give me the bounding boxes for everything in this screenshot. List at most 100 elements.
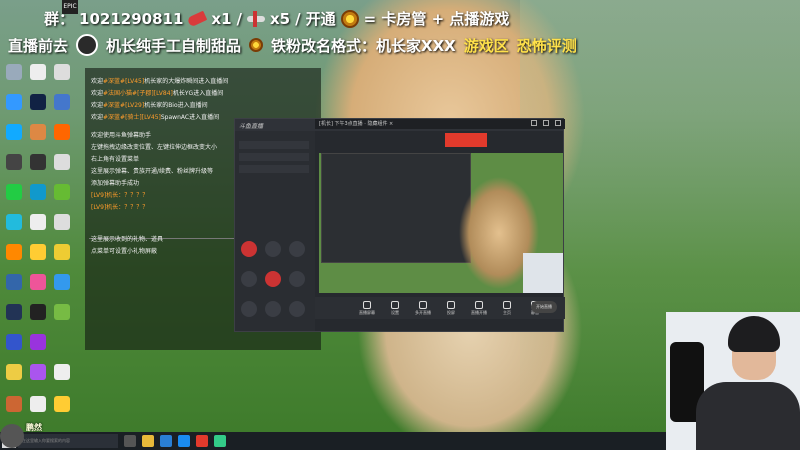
taskbar-search-input[interactable]: 在这里输入你要搜索的内容 [18, 434, 118, 448]
desktop-icon[interactable] [26, 214, 50, 244]
fan-group-number: 1021290811 [79, 9, 184, 28]
desktop-icon[interactable] [50, 64, 74, 94]
toolbar-button[interactable]: 直播开播 [469, 300, 489, 316]
toolbar-button[interactable]: 直播屏幕 [357, 300, 377, 316]
desktop-icon[interactable] [50, 396, 74, 426]
close-icon[interactable] [555, 120, 561, 126]
desktop-icon[interactable] [2, 124, 26, 154]
app-icon[interactable] [214, 435, 226, 447]
desktop-icon[interactable] [26, 64, 50, 94]
chat-line: 欢迎#法国小猫#[子郡][LV84]机长YG进入直播间 [91, 90, 224, 97]
streamer-hair [728, 316, 780, 352]
sidebar-button[interactable] [241, 301, 257, 317]
toolbar-button[interactable]: 投屏 [441, 300, 461, 316]
badge-rule: = 卡房管 + 点播游戏 [363, 10, 510, 28]
stream-sidebar [235, 131, 315, 331]
sidebar-button[interactable] [241, 241, 257, 257]
slogan-5: 恐怖评测 [516, 36, 577, 55]
qq-icon [76, 34, 99, 56]
desktop-icons [0, 62, 80, 432]
file-explorer-icon[interactable] [142, 435, 154, 447]
slogan-3: 铁粉改名格式：机长家XXX [271, 36, 456, 55]
sidebar-button[interactable] [265, 301, 281, 317]
desktop-icon[interactable] [26, 94, 50, 124]
sidebar-button[interactable] [265, 241, 281, 257]
chat-line: 欢迎#深蓝#[LV29]机长家的Bio进入直播间 [91, 102, 208, 109]
desktop-icon[interactable] [2, 154, 26, 184]
scene-item[interactable] [239, 165, 309, 173]
start-stream-button[interactable]: 开始直播 [531, 301, 557, 313]
desktop-icon[interactable] [2, 64, 26, 94]
desktop-icon[interactable] [26, 124, 50, 154]
desktop-icon[interactable] [2, 396, 26, 426]
maximize-icon[interactable] [543, 120, 549, 126]
desktop-icon[interactable] [2, 214, 26, 244]
sidebar-button[interactable] [289, 241, 305, 257]
plane-count: x5 [270, 9, 291, 28]
window-controls [531, 120, 561, 126]
sidebar-button[interactable] [289, 271, 305, 287]
app-icon[interactable] [178, 435, 190, 447]
toolbar-button[interactable]: 主页 [497, 300, 517, 316]
stream-software-window[interactable]: 斗鱼直播 [机长] 下午3点直播 · 隐藏组件 × 直播屏幕 设置 多开直播 投… [234, 118, 565, 332]
sidebar-button[interactable] [265, 271, 281, 287]
fan-group-label: 群： [44, 10, 75, 28]
desktop-icon[interactable] [26, 274, 50, 304]
sidebar-button[interactable] [289, 301, 305, 317]
desktop-icon[interactable] [2, 274, 26, 304]
stream-banner: EPIC 群： 1021290811 x1 / x5 / 开通 = 卡房管 + … [0, 0, 800, 60]
desktop-icon[interactable] [26, 154, 50, 184]
live-red-chip [445, 133, 487, 147]
sidebar-button[interactable] [241, 271, 257, 287]
scene-item[interactable] [239, 153, 309, 161]
edge-browser-icon[interactable] [160, 435, 172, 447]
gift-help-line: 这里展示收到的礼物、道具 [91, 236, 164, 243]
banner-line-2: 直播前去 机长纯手工自制甜品 铁粉改名格式：机长家XXX 游戏区 恐怖评测 [8, 34, 577, 56]
desktop-icon[interactable] [50, 304, 74, 334]
desktop-icon[interactable] [50, 154, 74, 184]
stream-tab-title[interactable]: [机长] 下午3点直播 · 隐藏组件 × [319, 121, 393, 127]
desktop-icon[interactable] [50, 244, 74, 274]
toolbar-button[interactable]: 设置 [385, 300, 405, 316]
desktop-icon[interactable] [2, 184, 26, 214]
desktop-icon[interactable] [26, 304, 50, 334]
scene-item[interactable] [239, 141, 309, 149]
minimize-icon[interactable] [531, 120, 537, 126]
toolbar-button[interactable]: 多开直播 [413, 300, 433, 316]
slogan-1: 直播前去 [8, 36, 69, 55]
danmu-line: [LV9]机长：？？？？ [91, 192, 149, 199]
desktop-icon[interactable] [2, 244, 26, 274]
desktop-icon[interactable] [50, 94, 74, 124]
danmu-line: [LV9]机长：？？？？ [91, 204, 149, 211]
gift-help-line: 点菜单可设置小礼物屏蔽 [91, 248, 158, 255]
desktop-icon[interactable] [50, 124, 74, 154]
corner-username: 鹏然 [26, 423, 42, 432]
desktop-icon[interactable] [26, 334, 50, 364]
douyu-logo: 斗鱼直播 [239, 122, 264, 130]
desktop-icon[interactable] [2, 94, 26, 124]
plane-gift-icon [247, 10, 265, 27]
rocket-count: x1 [211, 9, 232, 28]
open-label: 开通 [305, 10, 336, 28]
desktop-icon[interactable] [26, 184, 50, 214]
banner-line-1: 群： 1021290811 x1 / x5 / 开通 = 卡房管 + 点播游戏 [44, 9, 510, 28]
stream-tab-bar[interactable]: [机长] 下午3点直播 · 隐藏组件 × [315, 119, 565, 129]
camera-thumbnail[interactable] [523, 253, 563, 293]
desktop-icon[interactable] [2, 334, 26, 364]
help-line: 欢迎使用斗鱼弹幕助手 [91, 132, 152, 139]
desktop-icon[interactable] [26, 244, 50, 274]
desktop-icon[interactable] [2, 304, 26, 334]
webcam-overlay [666, 312, 800, 450]
noble-badge-icon [340, 9, 359, 28]
chat-line: 欢迎#深蓝#[LV45]机长家的大爆炸瞬间进入直播间 [91, 78, 229, 85]
desktop-icon[interactable] [50, 364, 74, 394]
desktop-icon[interactable] [50, 184, 74, 214]
douyu-taskbar-icon[interactable] [196, 435, 208, 447]
desktop-icon[interactable] [50, 214, 74, 244]
desktop-icon[interactable] [50, 274, 74, 304]
desktop-icon[interactable] [2, 364, 26, 394]
slogan-4: 游戏区 [463, 36, 509, 55]
task-view-icon[interactable] [124, 435, 136, 447]
help-line: 右上角有设置菜单 [91, 156, 140, 163]
desktop-icon[interactable] [26, 364, 50, 394]
